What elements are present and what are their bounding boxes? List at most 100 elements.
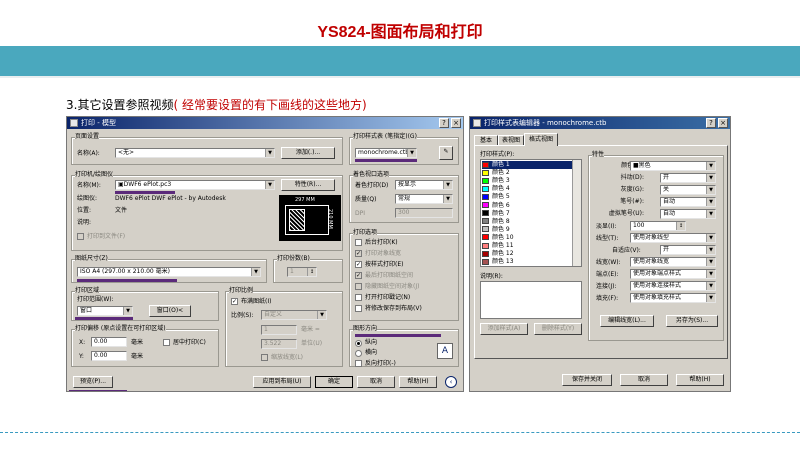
- linetype-select[interactable]: 使用对象线型 ▼: [630, 233, 716, 243]
- plot-range-value: 窗口: [80, 307, 93, 314]
- portrait-radio[interactable]: [355, 340, 362, 347]
- save-as-button[interactable]: 另存为(S)...: [666, 315, 718, 327]
- list-item[interactable]: 颜色 3: [482, 177, 572, 185]
- property-value: 自动: [663, 210, 676, 217]
- fit-to-paper-checkbox[interactable]: ✓: [231, 298, 238, 305]
- adaptive-label: 自适应(V):: [612, 247, 641, 254]
- edit-lineweights-button[interactable]: 编辑线宽(L)...: [600, 315, 654, 327]
- style-name: 颜色 9: [492, 225, 510, 233]
- center-plot-checkbox[interactable]: [163, 339, 170, 346]
- reverse-plot-checkbox[interactable]: [355, 360, 362, 367]
- close-icon[interactable]: ×: [451, 118, 461, 128]
- list-item[interactable]: 颜色 12: [482, 250, 572, 258]
- add-page-setup-button[interactable]: 添加(.)...: [281, 147, 335, 159]
- list-item[interactable]: 颜色 9: [482, 226, 572, 234]
- plot-style-table-underline: [355, 159, 417, 162]
- property-select[interactable]: ■黑色 ▼: [630, 161, 716, 171]
- adaptive-select[interactable]: 开 ▼: [660, 245, 716, 255]
- fill-select[interactable]: 使用对象填充样式 ▼: [630, 293, 716, 303]
- property-select[interactable]: 开 ▼: [660, 173, 716, 183]
- plot-option-checkbox[interactable]: ✓: [355, 250, 362, 257]
- joinstyle-select[interactable]: 使用对象连接样式 ▼: [630, 281, 716, 291]
- plot-style-table-select[interactable]: monochrome.ctb ▼: [355, 148, 417, 158]
- paper-size-select[interactable]: ISO A4 (297.00 x 210.00 毫米) ▼: [77, 267, 261, 277]
- property-value: 开: [663, 174, 670, 181]
- dpi-input[interactable]: 300: [395, 208, 453, 218]
- plot-to-file-checkbox[interactable]: [77, 233, 84, 240]
- style-name: 颜色 2: [492, 169, 510, 177]
- help-button[interactable]: 帮助(H): [399, 376, 437, 388]
- editor-cancel-button[interactable]: 取消: [620, 374, 668, 386]
- screening-input[interactable]: 100 ↕: [630, 221, 686, 231]
- cancel-button[interactable]: 取消: [357, 376, 395, 388]
- shade-plot-value: 按显示: [398, 181, 417, 188]
- styles-scrollbar[interactable]: [572, 160, 581, 266]
- list-item[interactable]: 颜色 11: [482, 242, 572, 250]
- collapse-arrow-icon[interactable]: ‹: [445, 376, 457, 388]
- plot-range-select[interactable]: 窗口 ▼: [77, 306, 133, 316]
- list-item[interactable]: 颜色 10: [482, 234, 572, 242]
- scale-value-2-input[interactable]: 3.522: [261, 339, 297, 349]
- plot-option-checkbox[interactable]: [355, 305, 362, 312]
- property-select[interactable]: 自动 ▼: [660, 197, 716, 207]
- editor-help-button[interactable]: 帮助(H): [676, 374, 724, 386]
- list-item[interactable]: 颜色 13: [482, 258, 572, 266]
- list-item[interactable]: 颜色 8: [482, 218, 572, 226]
- property-select[interactable]: 自动 ▼: [660, 209, 716, 219]
- copies-stepper[interactable]: 1 ↕: [287, 267, 317, 277]
- endstyle-select[interactable]: 使用对象端点样式 ▼: [630, 269, 716, 279]
- tab-format-view[interactable]: 格式视图: [524, 133, 558, 146]
- help-icon[interactable]: ?: [706, 118, 716, 128]
- spinner-icon: ↕: [676, 222, 685, 230]
- printer-properties-button[interactable]: 特性(R)...: [281, 179, 335, 191]
- close-icon[interactable]: ×: [718, 118, 728, 128]
- window-select-button[interactable]: 窗口(O)<: [149, 305, 191, 317]
- add-style-button[interactable]: 添加样式(A): [480, 323, 528, 335]
- shade-plot-label: 着色打印(D): [355, 182, 389, 189]
- list-item[interactable]: 颜色 2: [482, 169, 572, 177]
- color-swatch-icon: [482, 169, 489, 176]
- offset-y-input[interactable]: 0.00: [91, 351, 127, 361]
- plot-option-label: 按样式打印(E): [365, 261, 404, 268]
- paper-preview-height: 210 MM: [327, 209, 333, 229]
- list-item[interactable]: 颜色 1: [482, 161, 572, 169]
- page-setup-name-value: <无>: [118, 149, 135, 156]
- save-and-close-button[interactable]: 保存并关闭: [562, 374, 612, 386]
- plot-options-label: 打印选项: [353, 229, 378, 237]
- lineweight-select[interactable]: 使用对象线宽 ▼: [630, 257, 716, 267]
- plot-option-checkbox[interactable]: ✓: [355, 272, 362, 279]
- property-value: ■黑色: [633, 162, 651, 169]
- apply-to-layout-button[interactable]: 应用到布局(U): [253, 376, 311, 388]
- page-setup-name-select[interactable]: <无> ▼: [115, 148, 275, 158]
- fill-label: 填充(F):: [596, 295, 619, 302]
- list-item[interactable]: 颜色 5: [482, 193, 572, 201]
- print-icon: [70, 119, 78, 127]
- edit-plot-style-button[interactable]: ✎: [439, 146, 453, 160]
- list-item[interactable]: 颜色 7: [482, 210, 572, 218]
- chevron-down-icon: ▼: [706, 186, 715, 194]
- preview-button[interactable]: 预览(P)...: [73, 376, 113, 388]
- scale-value-1-input[interactable]: 1: [261, 325, 297, 335]
- plot-option-checkbox[interactable]: [355, 239, 362, 246]
- delete-style-button[interactable]: 删除样式(Y): [534, 323, 582, 335]
- offset-x-input[interactable]: 0.00: [91, 337, 127, 347]
- scale-ratio-select[interactable]: 自定义 ▼: [261, 310, 327, 320]
- property-select[interactable]: 关 ▼: [660, 185, 716, 195]
- printer-name-select[interactable]: ▣DWF6 ePlot.pc3 ▼: [115, 180, 275, 190]
- shade-plot-select[interactable]: 按显示 ▼: [395, 180, 453, 190]
- plot-option-checkbox[interactable]: [355, 294, 362, 301]
- help-icon[interactable]: ?: [439, 118, 449, 128]
- plot-option-checkbox[interactable]: [355, 283, 362, 290]
- plot-style-table-label: 打印样式表 (笔指定)(G): [353, 133, 417, 141]
- chevron-down-icon: ▼: [706, 258, 715, 266]
- list-item[interactable]: 颜色 6: [482, 202, 572, 210]
- scale-unit-1: 毫米 =: [301, 326, 320, 333]
- plot-option-checkbox[interactable]: ✓: [355, 261, 362, 268]
- ok-button[interactable]: 确定: [315, 376, 353, 388]
- quality-select[interactable]: 常规 ▼: [395, 194, 453, 204]
- offset-y-label: Y:: [79, 353, 84, 360]
- scale-lineweights-checkbox[interactable]: [261, 354, 268, 361]
- landscape-radio[interactable]: [355, 350, 362, 357]
- chevron-down-icon: ▼: [706, 162, 715, 170]
- description-textarea[interactable]: [480, 281, 582, 319]
